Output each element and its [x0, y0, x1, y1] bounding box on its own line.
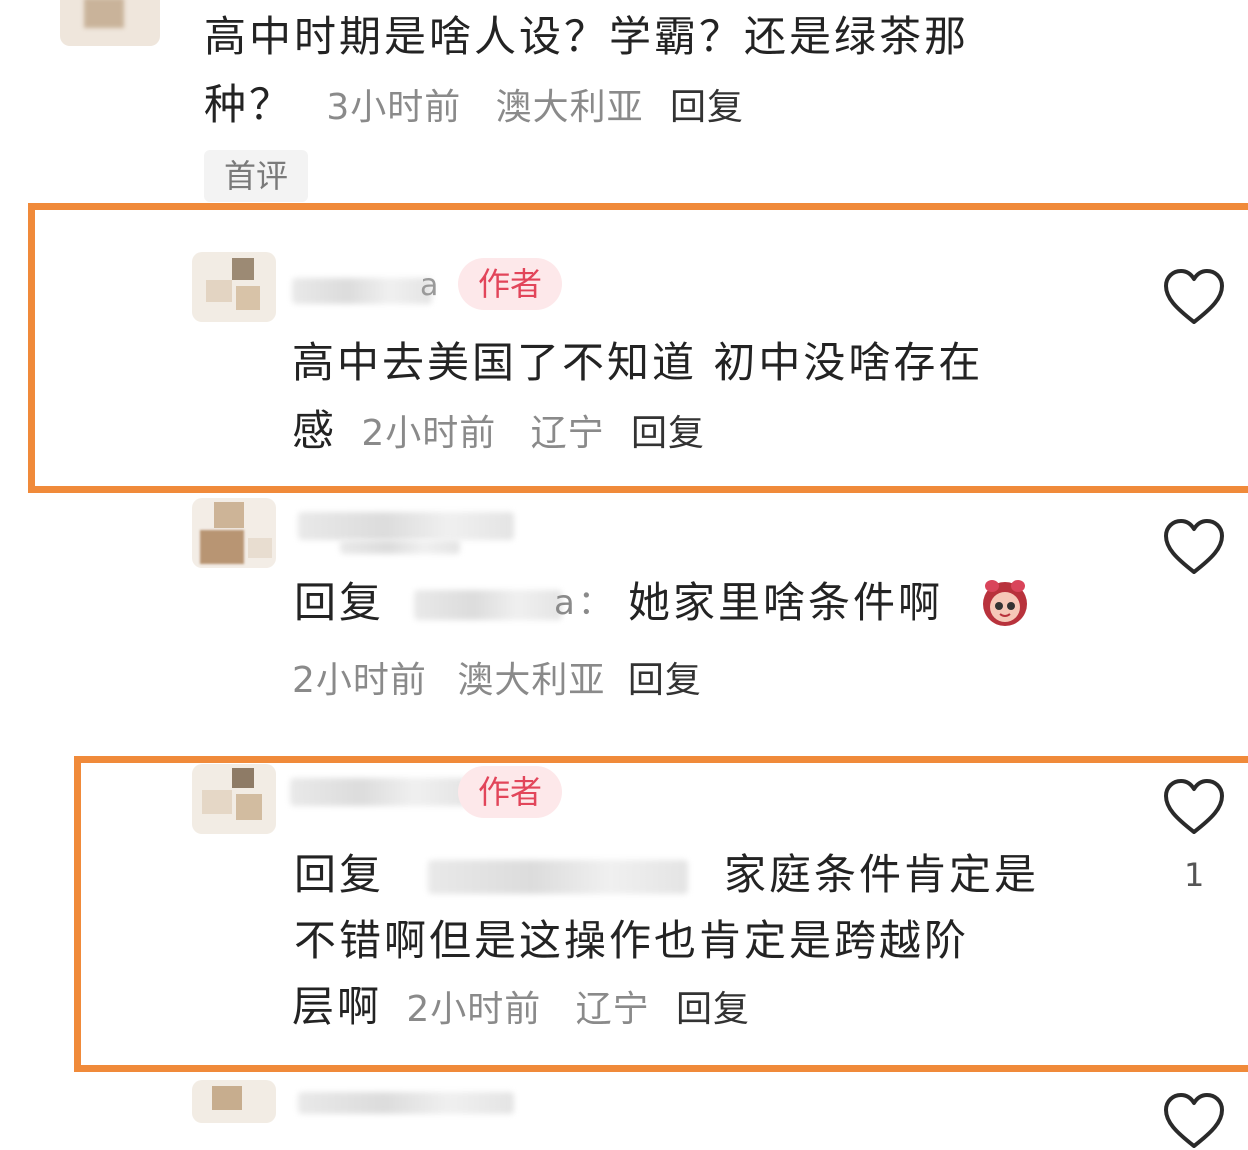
reply-target-blurred[interactable]: [414, 590, 562, 620]
username-blurred[interactable]: [298, 512, 514, 540]
comment-text: 不错啊但是这操作也肯定是跨越阶: [294, 916, 970, 965]
girl-face-emoji: [983, 580, 1027, 626]
comment-text: 层啊: [292, 982, 383, 1031]
comment-time: 3小时前: [326, 87, 462, 128]
comment-text: 高中去美国了不知道 初中没啥存在: [292, 338, 984, 387]
username-blurred[interactable]: [298, 1092, 514, 1114]
reply-link[interactable]: 回复: [631, 413, 705, 454]
first-comment-tag: 首评: [204, 150, 309, 202]
username-blurred[interactable]: [290, 778, 468, 806]
username-partial: a: [420, 268, 439, 303]
avatar[interactable]: [192, 252, 276, 322]
author-badge: 作者: [458, 766, 563, 818]
username-blurred: [340, 540, 460, 554]
heart-outline-icon[interactable]: [1162, 268, 1226, 326]
comment-location: 澳大利亚: [457, 660, 606, 701]
avatar[interactable]: [192, 1080, 276, 1123]
reply-link[interactable]: 回复: [628, 660, 702, 701]
comment-text-line3: 层啊 2小时前 辽宁 回复: [292, 974, 750, 1043]
comment-text-line2: 感 2小时前 辽宁 回复: [292, 398, 705, 467]
avatar[interactable]: [60, 0, 160, 46]
heart-outline-icon[interactable]: [1162, 1092, 1226, 1150]
comment-time: 2小时前: [406, 989, 542, 1030]
heart-outline-icon[interactable]: [1162, 778, 1226, 836]
avatar[interactable]: [192, 764, 276, 834]
reply-target-partial: a：: [554, 583, 615, 623]
comment-location: 辽宁: [575, 989, 650, 1030]
heart-outline-icon[interactable]: [1162, 518, 1226, 576]
comment-text: 高中时期是啥人设？学霸？还是绿茶那: [204, 12, 970, 61]
username-blurred[interactable]: [292, 278, 432, 304]
comment-text: 种？: [204, 80, 295, 129]
comment-text: 她家里啥条件啊: [628, 578, 944, 627]
author-badge: 作者: [458, 258, 563, 310]
reply-link[interactable]: 回复: [676, 989, 750, 1030]
reply-prefix: 回复: [294, 850, 385, 899]
reply-prefix: 回复: [294, 578, 385, 627]
comment-location: 澳大利亚: [495, 87, 644, 128]
like-count: 1: [1184, 856, 1205, 894]
comment-time: 2小时前: [361, 413, 497, 454]
comment-meta: 2小时前 澳大利亚 回复: [292, 656, 702, 706]
comment-text-line: 回复: [294, 570, 384, 636]
comment-time: 2小时前: [292, 660, 427, 701]
avatar[interactable]: [192, 498, 276, 568]
reply-link[interactable]: 回复: [670, 87, 744, 128]
comment-text-line2: 种？ 3小时前 澳大利亚 回复: [204, 72, 744, 141]
comment-text: 家庭条件肯定是: [724, 850, 1040, 899]
comment-location: 辽宁: [530, 413, 605, 454]
comment-text: 感: [292, 406, 338, 455]
reply-target-blurred[interactable]: [428, 860, 688, 894]
